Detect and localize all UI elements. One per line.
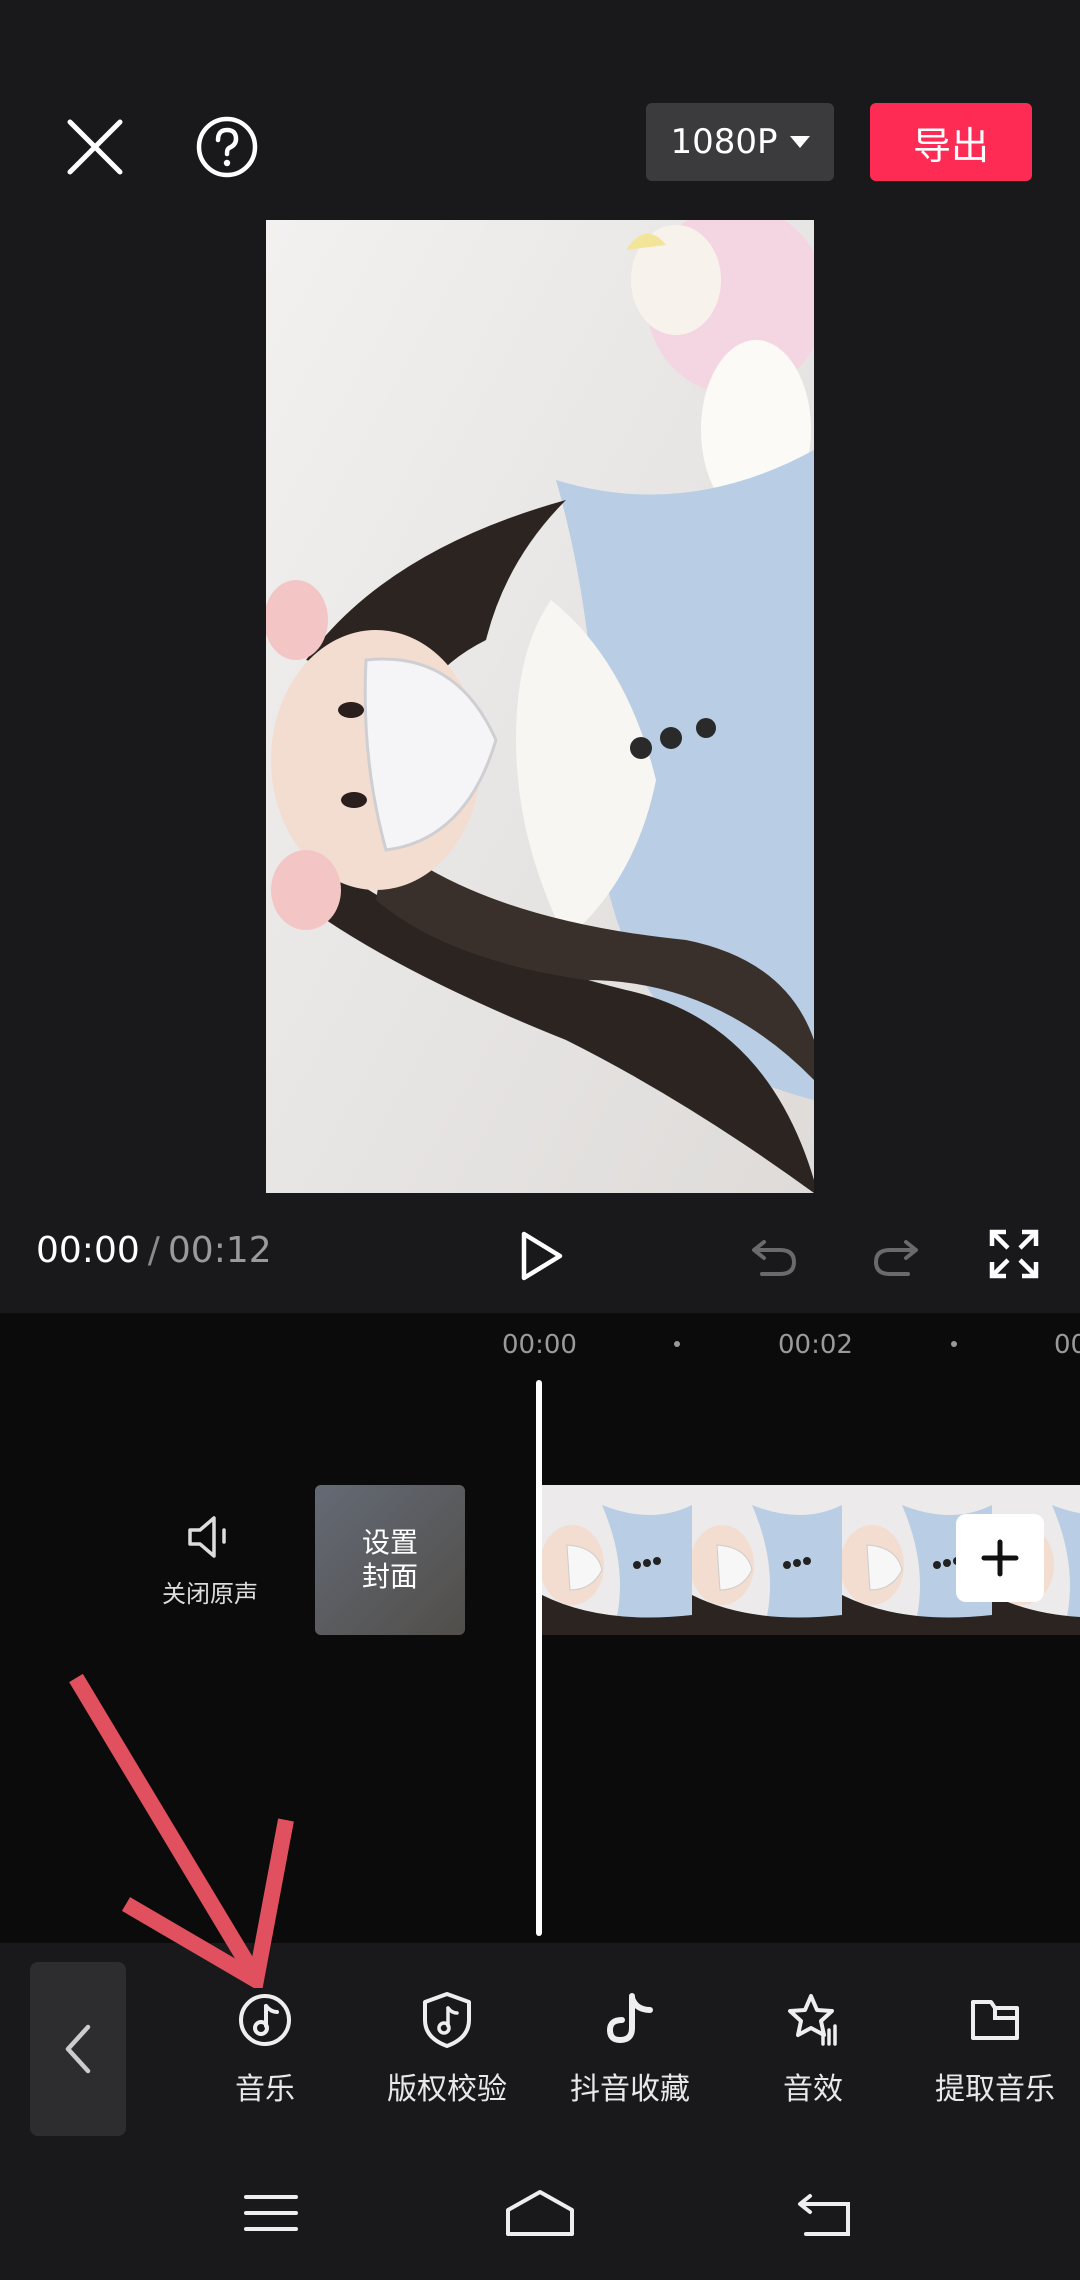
set-cover-button[interactable]: 设置 封面 [315, 1485, 465, 1635]
back-icon [798, 2194, 850, 2236]
chevron-down-icon [789, 136, 810, 148]
undo-button[interactable] [748, 1228, 802, 1282]
folder-icon [971, 2000, 1019, 2040]
annotation-arrow-icon [69, 1673, 294, 1988]
chevron-left-icon [65, 2024, 91, 2074]
video-preview[interactable] [266, 220, 814, 1193]
timeline-tick-label: 00:0 [1054, 1330, 1080, 1360]
time-separator: / [147, 1230, 160, 1271]
toolbar-item-label: 提取音乐 [935, 2072, 1055, 2107]
toolbar-item-music[interactable]: 音乐 [190, 1990, 340, 2108]
toolbar-item-douyin-favorites[interactable]: 抖音收藏 [555, 1990, 705, 2108]
music-note-circle-icon [239, 1994, 291, 2046]
toolbar-item-label: 音乐 [235, 2072, 295, 2107]
toolbar-item-extract-music[interactable]: 提取音乐 [920, 1990, 1070, 2108]
mute-original-audio-button[interactable]: 关闭原声 [140, 1512, 280, 1609]
video-frame-image [266, 220, 814, 1193]
fullscreen-button[interactable] [986, 1226, 1042, 1282]
current-time: 00:00 [36, 1230, 140, 1271]
playhead[interactable] [536, 1380, 542, 1936]
toolbar-item-copyright-check[interactable]: 版权校验 [372, 1990, 522, 2108]
timeline-tick-dot [674, 1341, 680, 1347]
close-icon [67, 119, 123, 175]
total-duration: 00:12 [167, 1230, 272, 1271]
play-icon [521, 1231, 563, 1281]
menu-icon [244, 2195, 298, 2231]
timeline-tick-label: 00:02 [778, 1330, 853, 1360]
toolbar-back-button[interactable] [30, 1962, 126, 2136]
home-icon [506, 2190, 574, 2236]
redo-button[interactable] [868, 1228, 922, 1282]
nav-back-button[interactable] [796, 2190, 852, 2238]
close-button[interactable] [60, 112, 130, 182]
douyin-logo-icon [606, 1993, 653, 2044]
clip-thumbnail [542, 1485, 692, 1635]
toolbar-item-label: 抖音收藏 [570, 2072, 690, 2107]
add-clip-button[interactable] [956, 1514, 1044, 1602]
nav-home-button[interactable] [504, 2188, 576, 2238]
help-button[interactable] [192, 112, 262, 182]
star-audio-icon [788, 1994, 837, 2046]
undo-icon [752, 1240, 797, 1276]
timeline-tick-label: 00:00 [502, 1330, 577, 1360]
help-icon [196, 116, 258, 178]
speaker-icon [188, 1516, 226, 1558]
clip-thumbnail [692, 1485, 842, 1635]
fullscreen-icon [989, 1229, 1039, 1279]
time-display: 00:00/00:12 [36, 1230, 272, 1271]
toolbar-item-sound-effects[interactable]: 音效 [738, 1990, 888, 2108]
export-button[interactable]: 导出 [870, 103, 1032, 181]
mute-label: 关闭原声 [162, 1580, 258, 1608]
play-button[interactable] [510, 1226, 570, 1286]
nav-menu-button[interactable] [244, 2193, 298, 2233]
shield-music-icon [423, 1992, 471, 2048]
toolbar-item-label: 音效 [783, 2072, 843, 2107]
resolution-dropdown[interactable]: 1080P [646, 103, 834, 181]
set-cover-label: 设置 封面 [315, 1485, 465, 1635]
redo-icon [873, 1240, 918, 1276]
timeline-tick-dot [951, 1341, 957, 1347]
toolbar-item-label: 版权校验 [387, 2072, 507, 2107]
resolution-label: 1080P [670, 122, 778, 162]
plus-icon [981, 1539, 1019, 1577]
